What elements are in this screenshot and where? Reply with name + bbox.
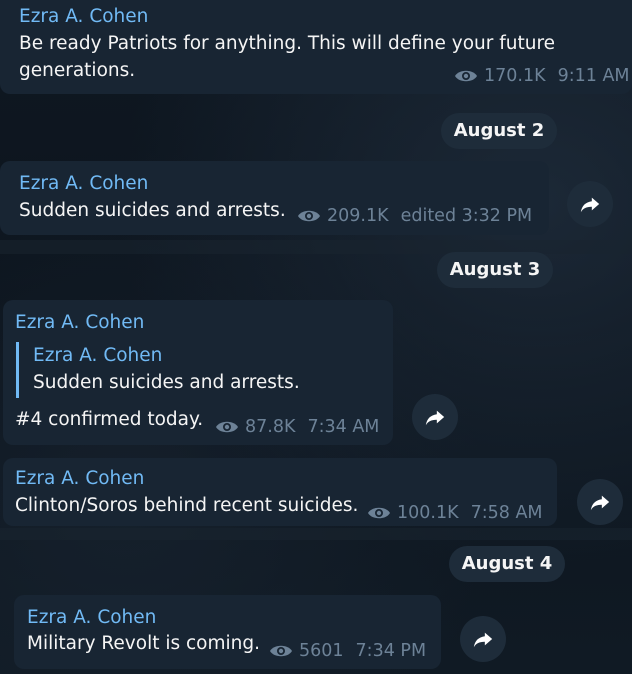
eye-icon [270,645,292,657]
share-arrow-icon [473,632,493,648]
forward-button[interactable] [412,394,458,440]
message-text: Be ready Patriots for anything. This wil… [19,33,556,54]
message-sender[interactable]: Ezra A. Cohen [15,468,144,489]
message-meta: 5601 7:34 PM [269,641,426,661]
message-time: edited 3:32 PM [400,206,533,226]
message-time: 9:11 AM [557,66,630,86]
forward-button[interactable] [460,616,506,662]
view-count: 87.8K [245,417,296,437]
view-count: 170.1K [484,66,546,86]
eye-icon [455,70,477,82]
message-text: Military Revolt is coming. [27,633,261,654]
eye-icon [216,421,238,433]
message-text: generations. [19,60,136,81]
share-arrow-icon [590,495,610,511]
message-meta: 100.1K 7:58 AM [367,503,543,523]
date-separator: August 4 [449,546,565,582]
message-time: 7:34 PM [355,641,427,661]
share-arrow-icon [580,197,600,213]
quote-sender: Ezra A. Cohen [33,345,163,366]
view-count: 100.1K [397,503,459,523]
message-sender[interactable]: Ezra A. Cohen [19,6,148,27]
message-bubble[interactable]: Ezra A. Cohen Military Revolt is coming.… [14,595,441,669]
background-pattern-strip [0,528,632,540]
message-sender[interactable]: Ezra A. Cohen [19,173,148,194]
message-time: 7:58 AM [470,503,543,523]
view-count: 5601 [299,641,344,661]
quote-text: Sudden suicides and arrests. [33,372,300,393]
message-bubble[interactable]: Ezra A. Cohen Be ready Patriots for anyt… [0,0,632,94]
message-meta: 87.8K 7:34 AM [215,417,379,437]
view-count: 209.1K [327,206,389,226]
message-meta: 209.1K edited 3:32 PM [297,206,532,226]
message-bubble[interactable]: Ezra A. Cohen Sudden suicides and arrest… [0,161,549,235]
message-text: Sudden suicides and arrests. [19,200,286,221]
eye-icon [368,507,390,519]
message-bubble[interactable]: Ezra A. Cohen Clinton/Soros behind recen… [3,458,557,526]
share-arrow-icon [425,410,445,426]
reply-quote[interactable]: Ezra A. Cohen Sudden suicides and arrest… [16,342,349,398]
date-separator: August 2 [441,113,557,149]
forward-button[interactable] [567,181,613,227]
message-meta: 170.1K 9:11 AM [454,66,630,86]
message-sender[interactable]: Ezra A. Cohen [15,312,144,333]
message-text: #4 confirmed today. [15,409,204,430]
message-bubble[interactable]: Ezra A. Cohen Ezra A. Cohen Sudden suici… [3,300,393,445]
message-time: 7:34 AM [307,417,380,437]
message-text: Clinton/Soros behind recent suicides. [15,495,359,516]
date-separator: August 3 [437,252,553,288]
forward-button[interactable] [577,479,623,525]
eye-icon [298,210,320,222]
message-sender[interactable]: Ezra A. Cohen [27,607,156,628]
